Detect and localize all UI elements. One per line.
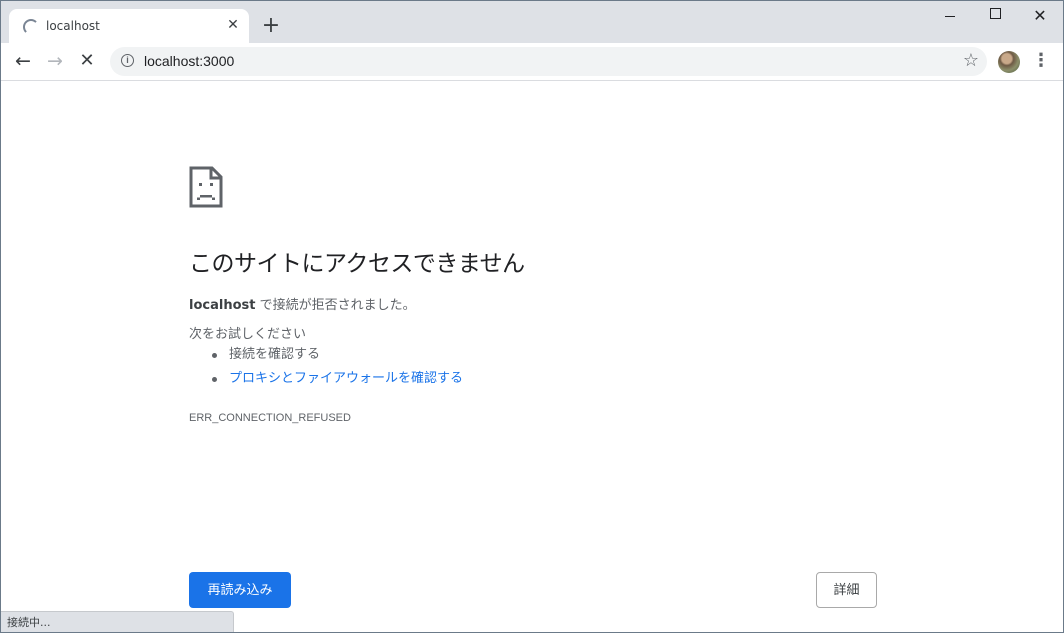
status-bubble: 接続中...	[1, 611, 234, 632]
list-item: 接続を確認する	[209, 345, 463, 369]
error-title: このサイトにアクセスできません	[189, 251, 525, 277]
list-item: プロキシとファイアウォールを確認する	[209, 369, 463, 393]
suggestions-list: 接続を確認する プロキシとファイアウォールを確認する	[209, 345, 463, 393]
toolbar: ← → ✕ i localhost:3000 ☆ ⋮	[1, 43, 1063, 81]
tab-title: localhost	[46, 19, 100, 33]
tab-close-icon[interactable]: ✕	[225, 17, 241, 33]
profile-avatar[interactable]	[998, 51, 1020, 73]
error-code: ERR_CONNECTION_REFUSED	[189, 412, 351, 424]
details-button[interactable]: 詳細	[816, 572, 877, 608]
maximize-icon	[989, 8, 1001, 19]
browser-window: localhost ✕ + ✕ ← → ✕ i localhost:3000 ☆…	[0, 0, 1064, 633]
reload-button[interactable]: 再読み込み	[189, 572, 291, 608]
loading-spinner-icon	[23, 19, 39, 35]
error-host: localhost	[189, 298, 256, 313]
sad-document-icon	[189, 166, 223, 208]
suggestion-check-connection: 接続を確認する	[229, 347, 321, 362]
maximize-button[interactable]	[972, 1, 1018, 31]
minimize-button[interactable]	[927, 1, 973, 31]
address-bar[interactable]: i localhost:3000 ☆	[110, 47, 987, 76]
suggestions-heading: 次をお試しください	[189, 327, 307, 342]
tab-strip: localhost ✕ + ✕	[1, 1, 1063, 43]
error-message: localhost で接続が拒否されました。	[189, 294, 416, 313]
minimize-icon	[945, 16, 955, 17]
suggestion-check-proxy-link[interactable]: プロキシとファイアウォールを確認する	[229, 371, 463, 386]
tab-localhost[interactable]: localhost ✕	[9, 9, 249, 43]
url-text[interactable]: localhost:3000	[144, 53, 234, 69]
back-button[interactable]: ←	[10, 48, 36, 74]
menu-dots-icon[interactable]: ⋮	[1031, 48, 1051, 74]
site-info-icon[interactable]: i	[121, 54, 134, 67]
forward-button[interactable]: →	[42, 48, 68, 74]
window-close-button[interactable]: ✕	[1017, 1, 1063, 31]
error-message-suffix: で接続が拒否されました。	[255, 298, 416, 313]
error-page: このサイトにアクセスできません localhost で接続が拒否されました。 次…	[1, 81, 1063, 632]
stop-loading-button[interactable]: ✕	[74, 48, 100, 74]
new-tab-button[interactable]: +	[258, 14, 284, 40]
bookmark-star-icon[interactable]: ☆	[963, 50, 979, 72]
